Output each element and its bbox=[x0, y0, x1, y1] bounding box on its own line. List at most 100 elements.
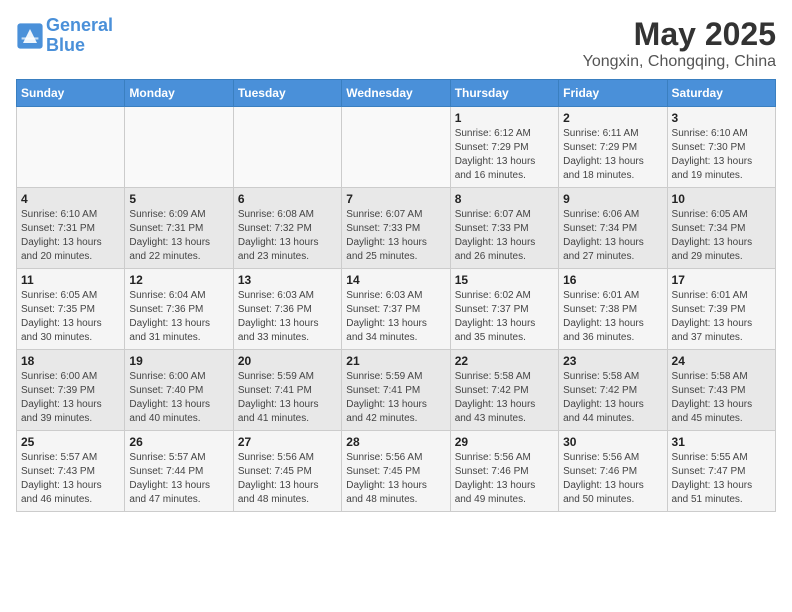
calendar-cell: 4Sunrise: 6:10 AM Sunset: 7:31 PM Daylig… bbox=[17, 188, 125, 269]
logo-line1: General bbox=[46, 15, 113, 35]
logo: General Blue bbox=[16, 16, 113, 56]
calendar-cell: 9Sunrise: 6:06 AM Sunset: 7:34 PM Daylig… bbox=[559, 188, 667, 269]
day-number: 18 bbox=[21, 354, 120, 368]
calendar-cell: 25 Sunrise: 5:57 AM Sunset: 7:43 PM Dayli… bbox=[17, 431, 125, 512]
calendar-cell: 23Sunrise: 5:58 AM Sunset: 7:42 PM Dayli… bbox=[559, 350, 667, 431]
day-info: Sunrise: 5:56 AM Sunset: 7:46 PM Dayligh… bbox=[455, 451, 554, 507]
calendar-cell: 17 Sunrise: 6:01 AM Sunset: 7:39 PM Dayli… bbox=[667, 269, 775, 350]
calendar-cell bbox=[17, 107, 125, 188]
calendar-cell: 28Sunrise: 5:56 AM Sunset: 7:45 PM Dayli… bbox=[342, 431, 450, 512]
day-number: 27 bbox=[238, 435, 337, 449]
day-info: Sunrise: 5:58 AM Sunset: 7:42 PM Dayligh… bbox=[455, 370, 554, 426]
logo-text: General Blue bbox=[46, 16, 113, 56]
calendar-cell: 26 Sunrise: 5:57 AM Sunset: 7:44 PM Dayli… bbox=[125, 431, 233, 512]
day-info: Sunrise: 5:55 AM Sunset: 7:47 PM Dayligh… bbox=[672, 451, 771, 507]
calendar-cell: 15 Sunrise: 6:02 AM Sunset: 7:37 PM Dayli… bbox=[450, 269, 558, 350]
day-number: 16 bbox=[563, 273, 662, 287]
calendar-cell: 20 Sunrise: 5:59 AM Sunset: 7:41 PM Dayli… bbox=[233, 350, 341, 431]
day-info: Sunrise: 6:03 AM Sunset: 7:37 PM Dayligh… bbox=[346, 289, 445, 345]
calendar-week-row: 11 Sunrise: 6:05 AM Sunset: 7:35 PM Dayli… bbox=[17, 269, 776, 350]
day-info: Sunrise: 6:12 AM Sunset: 7:29 PM Dayligh… bbox=[455, 127, 554, 183]
day-info: Sunrise: 6:01 AM Sunset: 7:39 PM Dayligh… bbox=[672, 289, 771, 345]
calendar-cell: 2 Sunrise: 6:11 AM Sunset: 7:29 PM Daylig… bbox=[559, 107, 667, 188]
col-header-sunday: Sunday bbox=[17, 80, 125, 107]
day-number: 8 bbox=[455, 192, 554, 206]
calendar-cell: 8 Sunrise: 6:07 AM Sunset: 7:33 PM Daylig… bbox=[450, 188, 558, 269]
day-info: Sunrise: 5:56 AM Sunset: 7:45 PM Dayligh… bbox=[238, 451, 337, 507]
day-info: Sunrise: 5:59 AM Sunset: 7:41 PM Dayligh… bbox=[238, 370, 337, 426]
day-number: 26 bbox=[129, 435, 228, 449]
day-info: Sunrise: 6:07 AM Sunset: 7:33 PM Dayligh… bbox=[455, 208, 554, 264]
day-info: Sunrise: 5:58 AM Sunset: 7:42 PM Dayligh… bbox=[563, 370, 662, 426]
day-number: 21 bbox=[346, 354, 445, 368]
subtitle: Yongxin, Chongqing, China bbox=[583, 53, 776, 71]
calendar-cell bbox=[233, 107, 341, 188]
day-info: Sunrise: 6:11 AM Sunset: 7:29 PM Dayligh… bbox=[563, 127, 662, 183]
col-header-friday: Friday bbox=[559, 80, 667, 107]
day-number: 10 bbox=[672, 192, 771, 206]
day-number: 31 bbox=[672, 435, 771, 449]
day-info: Sunrise: 6:05 AM Sunset: 7:34 PM Dayligh… bbox=[672, 208, 771, 264]
day-number: 30 bbox=[563, 435, 662, 449]
calendar-cell: 12Sunrise: 6:04 AM Sunset: 7:36 PM Dayli… bbox=[125, 269, 233, 350]
col-header-saturday: Saturday bbox=[667, 80, 775, 107]
day-number: 14 bbox=[346, 273, 445, 287]
calendar-cell: 21Sunrise: 5:59 AM Sunset: 7:41 PM Dayli… bbox=[342, 350, 450, 431]
day-number: 11 bbox=[21, 273, 120, 287]
main-title: May 2025 bbox=[583, 16, 776, 53]
calendar-table: SundayMondayTuesdayWednesdayThursdayFrid… bbox=[16, 79, 776, 512]
calendar-cell: 7Sunrise: 6:07 AM Sunset: 7:33 PM Daylig… bbox=[342, 188, 450, 269]
day-number: 2 bbox=[563, 111, 662, 125]
calendar-week-row: 4Sunrise: 6:10 AM Sunset: 7:31 PM Daylig… bbox=[17, 188, 776, 269]
calendar-cell: 6 Sunrise: 6:08 AM Sunset: 7:32 PM Daylig… bbox=[233, 188, 341, 269]
logo-line2: Blue bbox=[46, 35, 85, 55]
logo-icon bbox=[16, 22, 44, 50]
day-info: Sunrise: 6:07 AM Sunset: 7:33 PM Dayligh… bbox=[346, 208, 445, 264]
day-info: Sunrise: 5:56 AM Sunset: 7:45 PM Dayligh… bbox=[346, 451, 445, 507]
day-number: 15 bbox=[455, 273, 554, 287]
calendar-cell: 31 Sunrise: 5:55 AM Sunset: 7:47 PM Dayli… bbox=[667, 431, 775, 512]
day-info: Sunrise: 6:08 AM Sunset: 7:32 PM Dayligh… bbox=[238, 208, 337, 264]
day-number: 19 bbox=[129, 354, 228, 368]
day-number: 22 bbox=[455, 354, 554, 368]
calendar-week-row: 1Sunrise: 6:12 AM Sunset: 7:29 PM Daylig… bbox=[17, 107, 776, 188]
day-number: 29 bbox=[455, 435, 554, 449]
calendar-cell: 22 Sunrise: 5:58 AM Sunset: 7:42 PM Dayli… bbox=[450, 350, 558, 431]
day-number: 25 bbox=[21, 435, 120, 449]
day-info: Sunrise: 6:10 AM Sunset: 7:31 PM Dayligh… bbox=[21, 208, 120, 264]
day-info: Sunrise: 6:05 AM Sunset: 7:35 PM Dayligh… bbox=[21, 289, 120, 345]
day-number: 5 bbox=[129, 192, 228, 206]
calendar-cell: 27 Sunrise: 5:56 AM Sunset: 7:45 PM Dayli… bbox=[233, 431, 341, 512]
calendar-cell: 1Sunrise: 6:12 AM Sunset: 7:29 PM Daylig… bbox=[450, 107, 558, 188]
title-block: May 2025 Yongxin, Chongqing, China bbox=[583, 16, 776, 71]
day-number: 17 bbox=[672, 273, 771, 287]
day-info: Sunrise: 6:09 AM Sunset: 7:31 PM Dayligh… bbox=[129, 208, 228, 264]
day-number: 13 bbox=[238, 273, 337, 287]
col-header-thursday: Thursday bbox=[450, 80, 558, 107]
day-info: Sunrise: 6:01 AM Sunset: 7:38 PM Dayligh… bbox=[563, 289, 662, 345]
day-info: Sunrise: 5:57 AM Sunset: 7:44 PM Dayligh… bbox=[129, 451, 228, 507]
calendar-week-row: 18 Sunrise: 6:00 AM Sunset: 7:39 PM Dayli… bbox=[17, 350, 776, 431]
calendar-week-row: 25 Sunrise: 5:57 AM Sunset: 7:43 PM Dayli… bbox=[17, 431, 776, 512]
day-info: Sunrise: 5:57 AM Sunset: 7:43 PM Dayligh… bbox=[21, 451, 120, 507]
col-header-wednesday: Wednesday bbox=[342, 80, 450, 107]
day-info: Sunrise: 6:00 AM Sunset: 7:40 PM Dayligh… bbox=[129, 370, 228, 426]
calendar-cell: 30 Sunrise: 5:56 AM Sunset: 7:46 PM Dayli… bbox=[559, 431, 667, 512]
calendar-cell: 24 Sunrise: 5:58 AM Sunset: 7:43 PM Dayli… bbox=[667, 350, 775, 431]
day-info: Sunrise: 5:56 AM Sunset: 7:46 PM Dayligh… bbox=[563, 451, 662, 507]
day-number: 6 bbox=[238, 192, 337, 206]
day-info: Sunrise: 6:06 AM Sunset: 7:34 PM Dayligh… bbox=[563, 208, 662, 264]
day-info: Sunrise: 6:02 AM Sunset: 7:37 PM Dayligh… bbox=[455, 289, 554, 345]
day-info: Sunrise: 6:10 AM Sunset: 7:30 PM Dayligh… bbox=[672, 127, 771, 183]
day-number: 24 bbox=[672, 354, 771, 368]
calendar-cell: 18 Sunrise: 6:00 AM Sunset: 7:39 PM Dayli… bbox=[17, 350, 125, 431]
calendar-cell: 5 Sunrise: 6:09 AM Sunset: 7:31 PM Daylig… bbox=[125, 188, 233, 269]
calendar-cell: 11 Sunrise: 6:05 AM Sunset: 7:35 PM Dayli… bbox=[17, 269, 125, 350]
day-number: 20 bbox=[238, 354, 337, 368]
day-info: Sunrise: 6:00 AM Sunset: 7:39 PM Dayligh… bbox=[21, 370, 120, 426]
day-info: Sunrise: 5:58 AM Sunset: 7:43 PM Dayligh… bbox=[672, 370, 771, 426]
calendar-cell: 3Sunrise: 6:10 AM Sunset: 7:30 PM Daylig… bbox=[667, 107, 775, 188]
calendar-cell: 16 Sunrise: 6:01 AM Sunset: 7:38 PM Dayli… bbox=[559, 269, 667, 350]
page-header: General Blue May 2025 Yongxin, Chongqing… bbox=[16, 16, 776, 71]
calendar-header-row: SundayMondayTuesdayWednesdayThursdayFrid… bbox=[17, 80, 776, 107]
